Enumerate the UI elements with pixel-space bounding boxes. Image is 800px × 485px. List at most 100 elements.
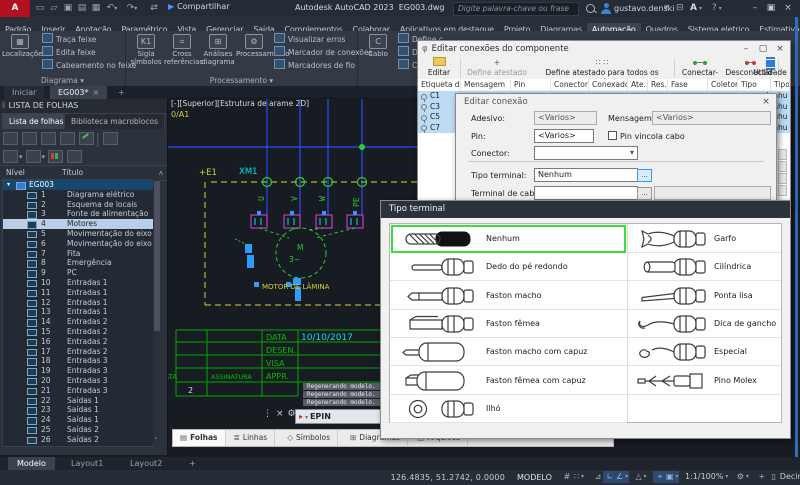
sheet-row[interactable]: 6Movimentação do eixo Y (3, 239, 153, 249)
sheet-row[interactable]: 26Saídas 2 (3, 435, 153, 445)
save-icon[interactable]: ▣ (62, 3, 74, 14)
tree-scrollbar[interactable]: ˅ (153, 179, 161, 445)
layout-tab-layout2[interactable]: Layout2 (121, 457, 171, 470)
sheet-row[interactable]: 13Entradas 1 (3, 307, 153, 317)
terminal-option-dica-de-gancho[interactable]: Dica de gancho (628, 309, 781, 338)
edit-connection-close-icon[interactable]: × (758, 95, 774, 109)
terminal-cabo-browse-button[interactable]: ... (637, 187, 652, 200)
share-button[interactable]: ▶Compartilhar (168, 2, 230, 11)
space-indicator[interactable]: MODELO (517, 470, 552, 485)
qat-overflow-icon[interactable]: ⇄ (148, 3, 160, 14)
view-tab-linhas[interactable]: ≣Linhas (227, 430, 276, 446)
autocad-logo[interactable]: A (0, 0, 30, 17)
sheet-tree-root[interactable]: ▾EG003 (3, 180, 153, 190)
status-flags-icon[interactable] (48, 150, 63, 163)
palette-grip-icon[interactable]: ⦀ (2, 101, 6, 110)
sheet-row[interactable]: 19Entradas 3 (3, 366, 153, 376)
sheet-row[interactable]: 7Fita (3, 249, 153, 259)
copy-sheet-icon[interactable] (60, 132, 75, 145)
export-icon[interactable] (67, 150, 82, 163)
new-file-icon[interactable]: ▭ (34, 3, 46, 14)
sigla-simbolos-button[interactable]: K1Sigla símbolos (128, 33, 164, 66)
tipo-terminal-field[interactable]: Nenhum (534, 168, 638, 182)
dialog-close-icon[interactable]: × (772, 42, 788, 56)
motor-symbol[interactable] (276, 228, 326, 278)
terminal-option-cilíndrica[interactable]: Cilíndrica (628, 252, 781, 281)
sheet-row[interactable]: 14Entradas 2 (3, 317, 153, 327)
search-icon[interactable] (586, 4, 595, 13)
tab-iniciar[interactable]: Iniciar (4, 86, 44, 99)
terminal-option-dedo-do-pé-redondo[interactable]: Dedo do pé redondo (390, 252, 627, 281)
define-atestado-button[interactable]: +Define atestado (464, 57, 530, 79)
new-sheet-icon[interactable] (3, 132, 18, 145)
ribbon-tab-projeto[interactable]: Projeto (499, 23, 535, 31)
ribbon-tab-aplicativos-em-destaque[interactable]: Aplicativos em destaque (395, 23, 499, 31)
sheet-set-icon[interactable]: ▦ (90, 3, 102, 14)
column-header[interactable]: Ate... (628, 79, 648, 91)
group-label-diagrama[interactable]: Diagrama ▾ (0, 76, 125, 85)
command-grip-icon[interactable]: ⋮ (263, 409, 272, 419)
duplicate-icon[interactable] (26, 150, 41, 163)
layout-tab-layout1[interactable]: Layout1 (62, 457, 112, 470)
viewport-control-label[interactable]: [-][Superior][Estrutura de arame 2D] (171, 99, 309, 108)
snap-mode-icon[interactable]: ∷ ▾ (572, 471, 586, 483)
terminal-option-faston-fêmea-com-capuz[interactable]: Faston fêmea com capuz (390, 366, 627, 395)
processamento-button[interactable]: ⚙Processamento (236, 33, 272, 59)
sheet-row[interactable]: 12Entradas 1 (3, 298, 153, 308)
workspace-gear-icon[interactable]: ⚙ ▾ (736, 471, 750, 483)
layout-tab-modelo[interactable]: Modelo (8, 457, 55, 470)
localizacoes-button[interactable]: ▦ Localizações (2, 33, 38, 59)
terminal-option-ponta-lisa[interactable]: Ponta lisa (628, 281, 781, 310)
object-snap-icon[interactable]: ▣ ▾ (665, 471, 679, 483)
view-tab-símbolos[interactable]: ◇Símbolos (280, 430, 338, 446)
ribbon-tab-gerenciar[interactable]: Gerenciar (201, 23, 248, 31)
sheet-row[interactable]: 2Esquema de locais (3, 200, 153, 210)
column-header[interactable]: Conector (551, 79, 589, 91)
close-button[interactable]: × (781, 2, 795, 15)
scroll-down-icon[interactable]: ˅ (154, 437, 158, 445)
print-sheet-icon[interactable] (103, 132, 118, 145)
ribbon-tab-saída[interactable]: Saída (248, 23, 279, 31)
column-header[interactable]: Fase (668, 79, 708, 91)
selection-grips[interactable] (245, 244, 301, 301)
tipo-terminal-title-bar[interactable]: Tipo terminal (381, 201, 790, 218)
terminal-option-garfo[interactable]: Garfo (628, 224, 781, 253)
command-close-icon[interactable]: × (276, 409, 284, 419)
conectar-se-button[interactable]: Conectar-se (678, 57, 722, 79)
polar-tracking-icon[interactable]: ∠ ▾ (615, 471, 629, 483)
scroll-up-icon[interactable]: ᴧ (159, 166, 163, 180)
ribbon-tab-complementos[interactable]: Complementos (280, 23, 348, 31)
annotation-scale-label[interactable]: 1:1/100% ▾ (684, 471, 729, 483)
cablo-button[interactable]: CCablo (360, 33, 396, 59)
edit-sheet-icon[interactable] (79, 132, 94, 145)
undo-icon[interactable]: ↶▾ (106, 3, 118, 14)
sheet-row[interactable]: 15Entradas 2 (3, 327, 153, 337)
user-avatar-icon[interactable] (601, 3, 611, 13)
ribbon-tab-colaborar[interactable]: Colaborar (348, 23, 395, 31)
ribbon-tab-quadros[interactable]: Quadros (641, 23, 683, 31)
pin-field[interactable]: <Varios> (534, 129, 594, 143)
sheet-row[interactable]: 8Emergência (3, 258, 153, 268)
sheet-row[interactable]: 25Saídas 2 (3, 425, 153, 435)
terminal-option-pino-molex[interactable]: Pino Molex (628, 366, 781, 395)
terminal-cabo-field[interactable] (534, 186, 638, 200)
define-atestado-todos-button[interactable]: ∷ ∷Define atestado para todos os pontos (532, 57, 672, 79)
command-line[interactable]: ⋮×⚙ ▸▾ EPIN (263, 409, 296, 423)
sheet-row[interactable]: 4Motores (3, 219, 153, 229)
sheet-row[interactable]: 17Entradas 2 (3, 347, 153, 357)
isometric-drafting-icon[interactable]: △ ▾ (634, 471, 648, 483)
ribbon-tab-anotação[interactable]: Anotação (70, 23, 116, 31)
column-header[interactable]: Etiqueta de... (418, 79, 461, 91)
column-header[interactable]: Coletor (708, 79, 738, 91)
view-tab-folhas[interactable]: ▤Folhas (173, 430, 226, 446)
ribbon-tab-diagramas[interactable]: Diagramas (535, 23, 587, 31)
terminal-option-especial[interactable]: Especial (628, 337, 781, 366)
tab-eg003[interactable]: EG003*× (50, 86, 107, 99)
edita-feixe-button[interactable]: Edita feixe (42, 46, 96, 59)
dialog-title-bar[interactable]: φEditar conexões do componente – ▢ × (418, 41, 790, 57)
app-store-cart-icon[interactable]: ⊟ (676, 3, 684, 13)
minimize-button[interactable]: – (748, 2, 762, 15)
ribbon-tab-sistema-eletrico[interactable]: Sistema eletrico (683, 23, 755, 31)
plot-icon[interactable]: ▤ (76, 3, 88, 14)
column-header[interactable]: Conexado ... (589, 79, 628, 91)
